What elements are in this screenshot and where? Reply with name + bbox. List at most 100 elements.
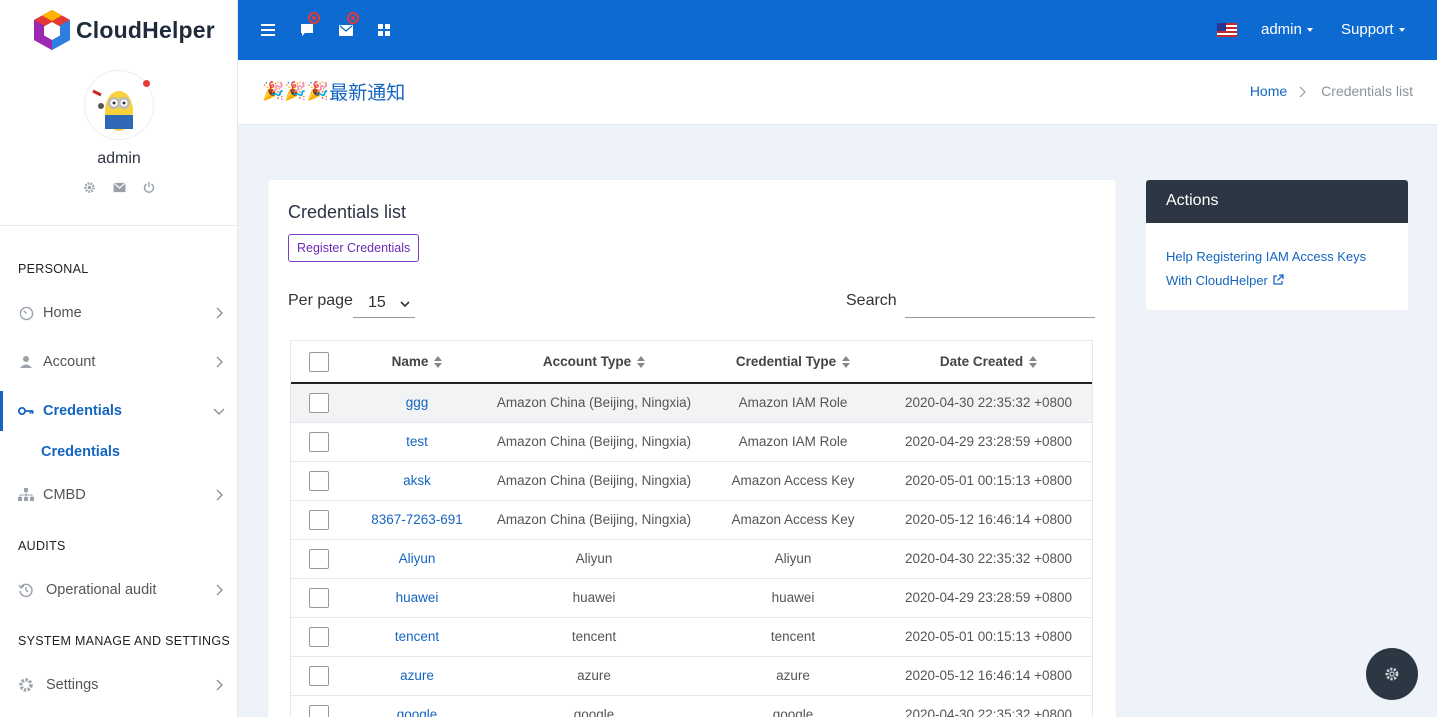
row-checkbox[interactable] bbox=[309, 431, 329, 452]
brand-logo[interactable]: CloudHelper bbox=[0, 0, 237, 60]
avatar[interactable] bbox=[84, 70, 154, 140]
sidebar-item-account[interactable]: Account bbox=[0, 342, 237, 382]
credential-name-link[interactable]: aksk bbox=[403, 473, 431, 488]
register-credentials-button[interactable]: Register Credentials bbox=[288, 234, 420, 262]
search-input[interactable] bbox=[905, 288, 1095, 318]
chevron-down-icon bbox=[212, 404, 226, 418]
row-select-cell bbox=[291, 695, 347, 717]
row-checkbox[interactable] bbox=[309, 704, 329, 717]
account-type-cell: Aliyun bbox=[487, 539, 701, 579]
chevron-right-icon bbox=[1299, 85, 1309, 98]
name-cell: aksk bbox=[347, 461, 487, 501]
table-row[interactable]: ggg Amazon China (Beijing, Ningxia) Amaz… bbox=[291, 383, 1092, 423]
row-checkbox[interactable] bbox=[309, 548, 329, 569]
credential-name-link[interactable]: tencent bbox=[395, 629, 439, 644]
row-checkbox[interactable] bbox=[309, 665, 329, 686]
gear-icon bbox=[18, 677, 34, 693]
external-link-icon bbox=[1272, 274, 1284, 285]
mail-icon[interactable] bbox=[338, 22, 354, 38]
mail-icon[interactable] bbox=[112, 180, 126, 194]
power-icon[interactable] bbox=[142, 180, 156, 194]
row-checkbox[interactable] bbox=[309, 392, 329, 413]
table-row[interactable]: huawei huawei huawei 2020-04-29 23:28:59… bbox=[291, 578, 1092, 618]
party-popper-icon: 🎉🎉🎉 bbox=[262, 81, 330, 101]
credential-name-link[interactable]: azure bbox=[400, 668, 434, 683]
credential-name-link[interactable]: Aliyun bbox=[399, 551, 436, 566]
us-flag-icon[interactable] bbox=[1217, 23, 1237, 37]
column-header-date-created[interactable]: Date Created bbox=[885, 341, 1092, 384]
account-type-cell: Amazon China (Beijing, Ningxia) bbox=[487, 383, 701, 423]
sidebar-item-label: Operational audit bbox=[46, 582, 157, 598]
select-all-cell bbox=[291, 341, 347, 384]
table-row[interactable]: aksk Amazon China (Beijing, Ningxia) Ama… bbox=[291, 461, 1092, 501]
row-select-cell bbox=[291, 539, 347, 579]
table-row[interactable]: google google google 2020-04-30 22:35:32… bbox=[291, 695, 1092, 717]
online-status-dot bbox=[143, 80, 150, 87]
row-checkbox[interactable] bbox=[309, 587, 329, 608]
caret-down-icon bbox=[1306, 27, 1313, 32]
apps-icon[interactable] bbox=[376, 22, 392, 38]
section-system-settings: SYSTEM MANAGE AND SETTINGS bbox=[18, 634, 230, 648]
settings-fab[interactable] bbox=[1366, 648, 1418, 700]
row-checkbox[interactable] bbox=[309, 626, 329, 647]
search-label: Search bbox=[846, 292, 897, 309]
chevron-right-icon bbox=[212, 355, 226, 369]
per-page-select[interactable]: 15 bbox=[353, 288, 415, 318]
credential-name-link[interactable]: google bbox=[397, 707, 438, 717]
name-cell: huawei bbox=[347, 578, 487, 618]
row-select-cell bbox=[291, 461, 347, 501]
credential-name-link[interactable]: huawei bbox=[396, 590, 439, 605]
account-type-cell: azure bbox=[487, 656, 701, 696]
sidebar-item-label: Credentials bbox=[43, 403, 122, 419]
name-cell: tencent bbox=[347, 617, 487, 657]
date-created-cell: 2020-05-12 16:46:14 +0800 bbox=[885, 656, 1092, 696]
credential-name-link[interactable]: test bbox=[406, 434, 428, 449]
actions-body: Help Registering IAM Access Keys With Cl… bbox=[1146, 223, 1408, 293]
sidebar-item-cmbd[interactable]: CMBD bbox=[0, 475, 237, 515]
account-type-cell: huawei bbox=[487, 578, 701, 618]
menu-icon[interactable] bbox=[260, 22, 276, 38]
profile-name: admin bbox=[97, 150, 141, 167]
breadcrumb-home[interactable]: Home bbox=[1250, 83, 1287, 99]
account-type-cell: google bbox=[487, 695, 701, 717]
notification-dot bbox=[347, 12, 359, 24]
column-header-name[interactable]: Name bbox=[347, 341, 487, 384]
row-checkbox[interactable] bbox=[309, 509, 329, 530]
credential-name-link[interactable]: 8367-7263-691 bbox=[371, 512, 463, 527]
sidebar-item-label: CMBD bbox=[43, 487, 86, 503]
sidebar-subitem-credentials[interactable]: Credentials bbox=[41, 444, 120, 460]
account-type-cell: Amazon China (Beijing, Ningxia) bbox=[487, 422, 701, 462]
sidebar-item-operational-audit[interactable]: Operational audit bbox=[0, 570, 237, 610]
support-menu[interactable]: Support bbox=[1341, 21, 1405, 38]
latest-notice-link[interactable]: 🎉🎉🎉 最新通知 bbox=[262, 78, 405, 105]
credential-type-cell: Amazon Access Key bbox=[701, 500, 885, 540]
help-iam-access-keys-link[interactable]: Help Registering IAM Access Keys With Cl… bbox=[1146, 245, 1408, 293]
sidebar-item-home[interactable]: Home bbox=[0, 293, 237, 333]
credential-type-cell: google bbox=[701, 695, 885, 717]
gear-icon[interactable] bbox=[82, 180, 96, 194]
link-text: Help Registering IAM Access Keys bbox=[1166, 249, 1367, 264]
sidebar: CloudHelper admin PERSONAL Home Account … bbox=[0, 0, 238, 717]
table-row[interactable]: 8367-7263-691 Amazon China (Beijing, Nin… bbox=[291, 500, 1092, 540]
select-all-checkbox[interactable] bbox=[309, 351, 329, 372]
link-text: With CloudHelper bbox=[1166, 273, 1268, 288]
table-row[interactable]: tencent tencent tencent 2020-05-01 00:15… bbox=[291, 617, 1092, 657]
chevron-down-icon bbox=[399, 297, 411, 309]
credential-name-link[interactable]: ggg bbox=[406, 395, 429, 410]
user-profile: admin bbox=[0, 60, 237, 226]
sort-icon bbox=[1029, 356, 1038, 369]
column-header-account-type[interactable]: Account Type bbox=[487, 341, 701, 384]
sort-icon bbox=[842, 356, 851, 369]
table-row[interactable]: test Amazon China (Beijing, Ningxia) Ama… bbox=[291, 422, 1092, 462]
row-checkbox[interactable] bbox=[309, 470, 329, 491]
user-menu[interactable]: admin bbox=[1261, 21, 1313, 38]
credential-type-cell: Amazon IAM Role bbox=[701, 383, 885, 423]
table-row[interactable]: Aliyun Aliyun Aliyun 2020-04-30 22:35:32… bbox=[291, 539, 1092, 579]
chat-icon[interactable] bbox=[299, 22, 315, 38]
column-header-credential-type[interactable]: Credential Type bbox=[701, 341, 885, 384]
sidebar-item-credentials[interactable]: Credentials bbox=[0, 391, 237, 431]
table-row[interactable]: azure azure azure 2020-05-12 16:46:14 +0… bbox=[291, 656, 1092, 696]
section-personal: PERSONAL bbox=[18, 262, 89, 276]
sidebar-item-settings[interactable]: Settings bbox=[0, 665, 237, 705]
chevron-right-icon bbox=[212, 306, 226, 320]
